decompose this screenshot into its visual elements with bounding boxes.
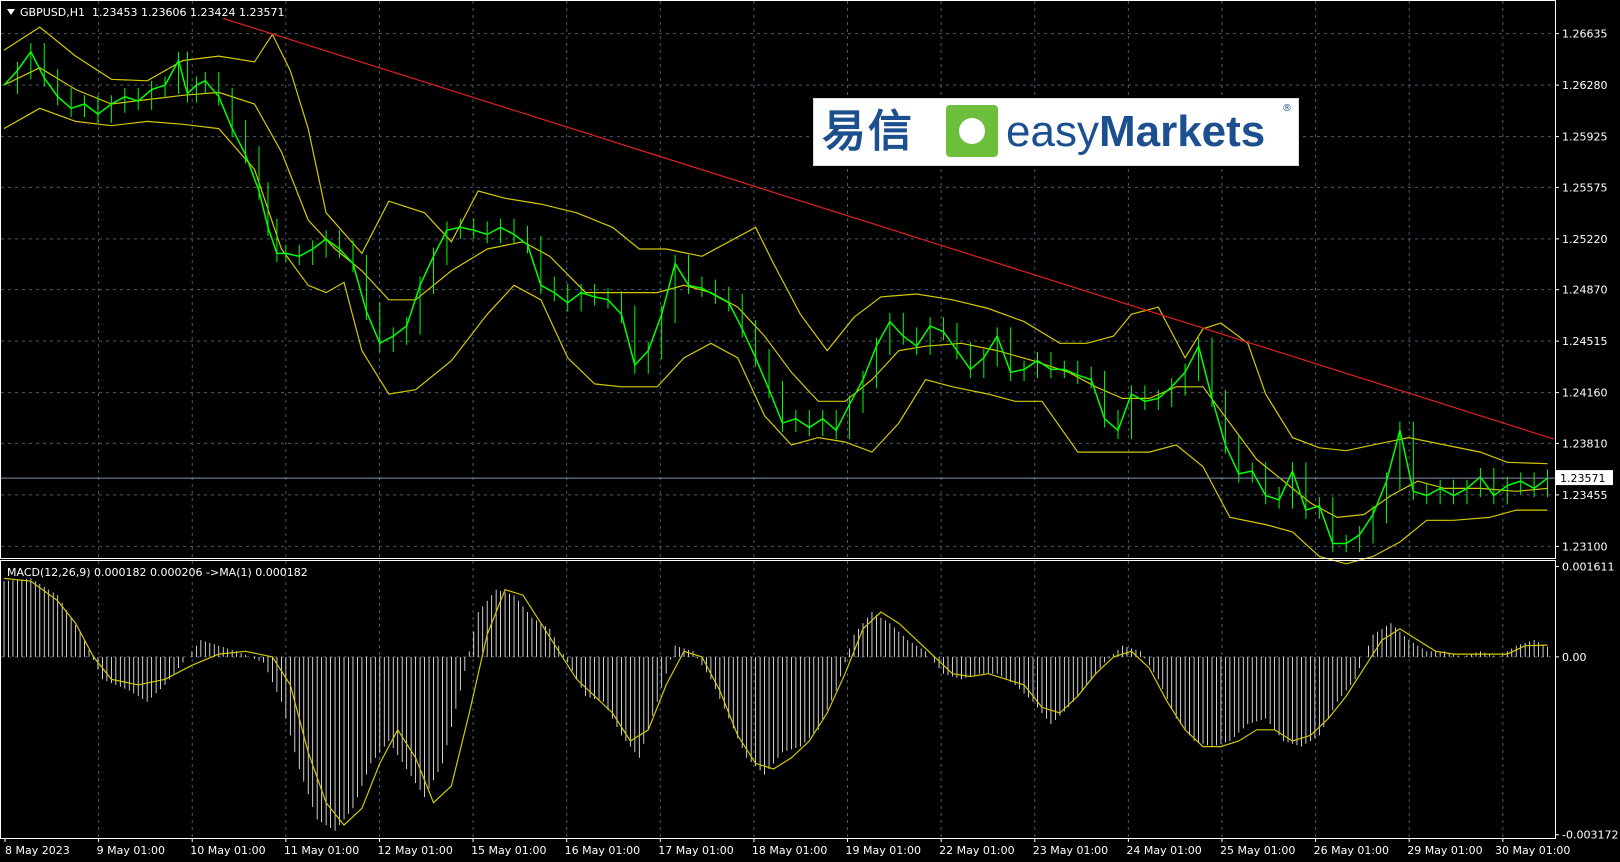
price-tick-label: 1.24870: [1562, 284, 1608, 297]
price-tick-label: 1.25220: [1562, 233, 1608, 246]
macd-tick-label: 0.00: [1562, 651, 1587, 664]
symbol-label: GBPUSD,H1: [20, 6, 85, 19]
current-price-label: 1.23571: [1560, 472, 1606, 485]
macd-header: MACD(12,26,9) 0.000182 0.000206 ->MA(1) …: [7, 566, 308, 579]
time-tick-label: 10 May 01:00: [190, 844, 265, 857]
price-tick-label: 1.23455: [1562, 489, 1608, 502]
macd-tick-label: -0.003172: [1562, 829, 1618, 842]
chart-background: [0, 0, 1620, 862]
time-tick-label: 15 May 01:00: [471, 844, 546, 857]
price-tick-label: 1.23100: [1562, 540, 1608, 553]
time-tick-label: 29 May 01:00: [1407, 844, 1482, 857]
logo-registered-mark: ®: [1282, 103, 1292, 114]
macd-tick-label: 0.001611: [1562, 561, 1615, 574]
logo-badge-icon: [946, 105, 998, 157]
price-tick-label: 1.24160: [1562, 387, 1608, 400]
price-tick-label: 1.26280: [1562, 79, 1608, 92]
logo-wordmark-bold: Markets: [1098, 107, 1266, 156]
logo-wordmark-light: easy: [1006, 107, 1099, 156]
price-tick-label: 1.24515: [1562, 335, 1608, 348]
trading-chart[interactable]: 1.26635 1.26280 1.25925 1.25575 1.25220 1.248…: [0, 0, 1620, 862]
time-tick-label: 25 May 01:00: [1220, 844, 1295, 857]
time-tick-label: 8 May 2023: [5, 844, 70, 857]
ohlc-values: 1.23453 1.23606 1.23424 1.23571: [92, 6, 284, 19]
price-tick-label: 1.25925: [1562, 131, 1608, 144]
logo-wordmark: easyMarkets: [1006, 105, 1265, 159]
time-tick-label: 24 May 01:00: [1126, 844, 1201, 857]
price-tick-label: 1.23810: [1562, 437, 1608, 450]
easymarkets-logo: 易信 easyMarkets ®: [813, 98, 1299, 166]
logo-chinese-text: 易信: [822, 106, 914, 157]
time-tick-label: 11 May 01:00: [284, 844, 359, 857]
time-tick-label: 19 May 01:00: [846, 844, 921, 857]
price-tick-label: 1.25575: [1562, 181, 1608, 194]
time-tick-label: 22 May 01:00: [939, 844, 1014, 857]
time-tick-label: 30 May 01:00: [1495, 844, 1570, 857]
time-tick-label: 12 May 01:00: [377, 844, 452, 857]
price-tick-label: 1.26635: [1562, 28, 1608, 41]
time-tick-label: 9 May 01:00: [97, 844, 165, 857]
time-tick-label: 17 May 01:00: [658, 844, 733, 857]
time-tick-label: 16 May 01:00: [565, 844, 640, 857]
time-tick-label: 18 May 01:00: [752, 844, 827, 857]
time-tick-label: 26 May 01:00: [1314, 844, 1389, 857]
time-tick-label: 23 May 01:00: [1033, 844, 1108, 857]
